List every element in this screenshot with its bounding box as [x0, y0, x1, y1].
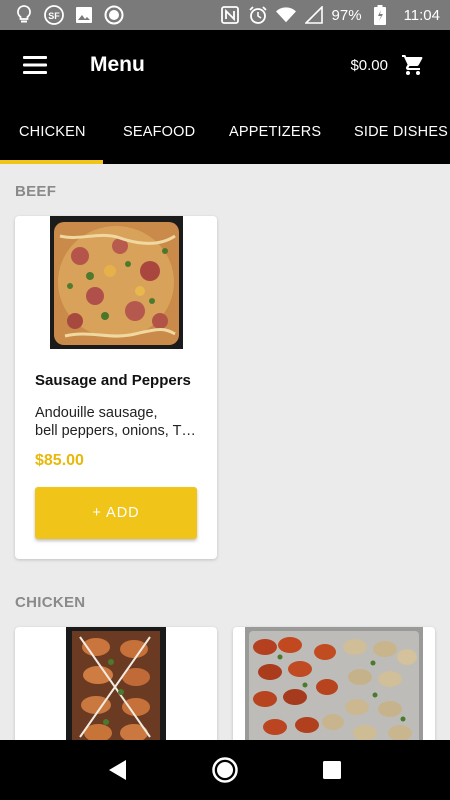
menu-list[interactable]: BEEF Sausage and Peppers Andouille sausa…: [0, 164, 450, 740]
menu-item-card[interactable]: [233, 627, 435, 740]
dish-image: [66, 627, 166, 740]
shopping-cart-icon: [402, 55, 423, 75]
hamburger-menu-button[interactable]: [0, 30, 70, 100]
menu-item-card[interactable]: [15, 627, 217, 740]
app-bar: Menu $0.00: [0, 30, 450, 100]
dish-price: $85.00: [35, 452, 84, 469]
dish-description-line: Andouille sausage,: [35, 405, 158, 421]
battery-icon: [370, 5, 390, 25]
home-button[interactable]: [205, 750, 245, 790]
section-title-beef: BEEF: [15, 183, 57, 200]
nfc-icon: [220, 5, 240, 25]
lightbulb-icon: [14, 5, 34, 25]
tab-side-dishes[interactable]: SIDE DISHES: [354, 100, 448, 164]
tab-appetizers[interactable]: APPETIZERS: [229, 100, 321, 164]
alarm-icon: [248, 5, 268, 25]
hamburger-icon: [23, 56, 47, 74]
dish-name: Sausage and Peppers: [35, 372, 191, 389]
image-icon: [74, 5, 94, 25]
tab-chicken[interactable]: CHICKEN: [19, 100, 86, 164]
back-button[interactable]: [98, 750, 138, 790]
dish-image: [245, 627, 423, 740]
recents-button[interactable]: [312, 750, 352, 790]
wifi-icon: [275, 5, 296, 25]
svg-text:SF: SF: [48, 11, 60, 21]
add-to-cart-button[interactable]: + ADD: [35, 487, 197, 539]
status-bar: SF 97% 11:04: [0, 0, 450, 30]
cart-button[interactable]: [400, 52, 426, 78]
dish-description-line: bell peppers, onions, T…: [35, 423, 196, 439]
clock: 11:04: [403, 6, 440, 24]
back-triangle-icon: [109, 760, 127, 780]
record-icon: [104, 5, 124, 25]
sf-app-icon: SF: [44, 5, 64, 25]
system-navigation-bar: [0, 740, 450, 800]
dish-description: Andouille sausage, bell peppers, onions,…: [35, 404, 200, 440]
menu-item-card[interactable]: Sausage and Peppers Andouille sausage, b…: [15, 216, 217, 559]
home-circle-icon: [212, 757, 238, 783]
section-title-chicken: CHICKEN: [15, 594, 86, 611]
signal-icon: [304, 5, 324, 25]
battery-percent: 97%: [331, 6, 362, 24]
tab-seafood[interactable]: SEAFOOD: [123, 100, 195, 164]
category-tabs: CHICKEN SEAFOOD APPETIZERS SIDE DISHES: [0, 100, 450, 164]
dish-image: [50, 216, 183, 349]
recents-square-icon: [322, 761, 341, 779]
cart-total[interactable]: $0.00: [350, 57, 388, 74]
page-title: Menu: [90, 53, 145, 76]
